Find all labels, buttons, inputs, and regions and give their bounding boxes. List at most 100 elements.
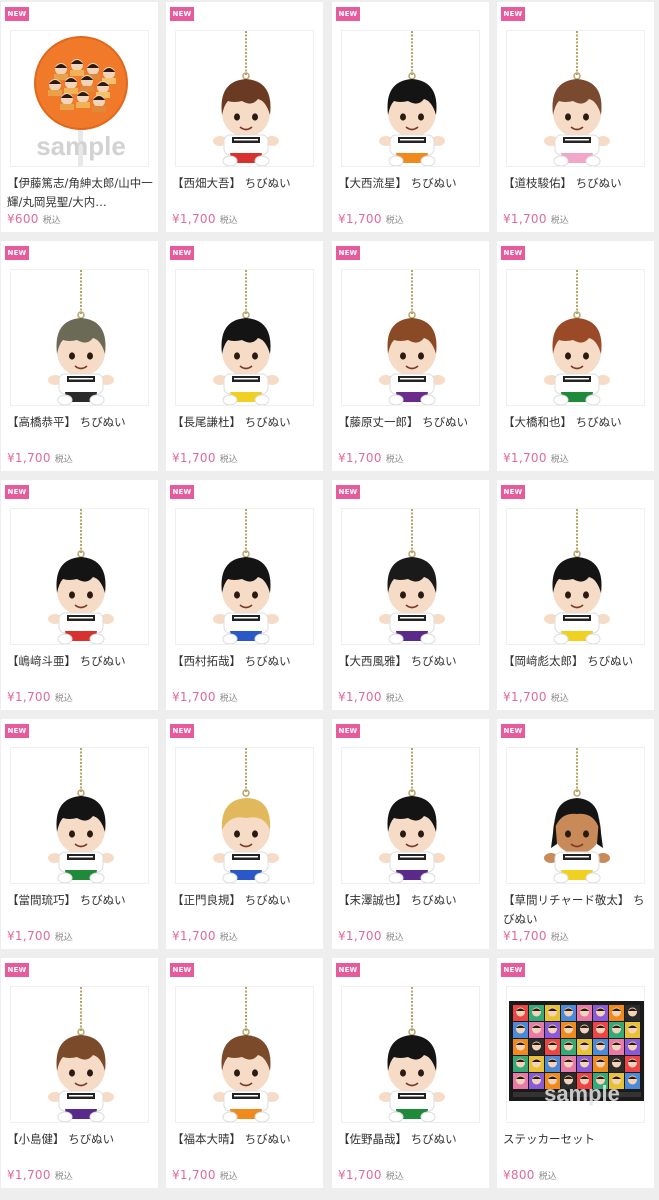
product-image[interactable] bbox=[10, 986, 149, 1123]
product-card[interactable]: NEW 【大西流星】 ちびぬい ¥1,700 税込 bbox=[332, 2, 489, 232]
product-card[interactable]: NEW 【當間琉巧】 ちびぬい ¥1,700 税込 bbox=[1, 719, 158, 949]
product-title[interactable]: ステッカーセット bbox=[503, 1130, 651, 1149]
product-image[interactable]: sample bbox=[506, 986, 645, 1123]
new-badge: NEW bbox=[501, 724, 525, 738]
new-badge: NEW bbox=[170, 963, 194, 977]
product-image[interactable] bbox=[175, 747, 314, 884]
product-card[interactable]: NEW 【藤原丈一郎】 ちびぬい ¥1,700 税込 bbox=[332, 241, 489, 471]
price-amount: ¥1,700 bbox=[338, 451, 382, 465]
product-title[interactable]: 【西畑大吾】 ちびぬい bbox=[172, 174, 320, 193]
product-title[interactable]: 【正門良規】 ちびぬい bbox=[172, 891, 320, 910]
product-image[interactable] bbox=[341, 269, 480, 406]
product-card[interactable]: NEW 【高橋恭平】 ちびぬい ¥1,700 税込 bbox=[1, 241, 158, 471]
sample-watermark: sample bbox=[544, 1081, 620, 1106]
product-card[interactable]: NEW 【岡﨑彪太郎】 ちびぬい ¥1,700 税込 bbox=[497, 480, 654, 710]
product-image[interactable] bbox=[506, 269, 645, 406]
product-price: ¥1,700 税込 bbox=[7, 690, 73, 704]
product-image[interactable] bbox=[175, 30, 314, 167]
product-image[interactable] bbox=[341, 30, 480, 167]
product-price: ¥1,700 税込 bbox=[172, 690, 238, 704]
product-title[interactable]: 【藤原丈一郎】 ちびぬい bbox=[338, 413, 486, 432]
new-badge: NEW bbox=[336, 246, 360, 260]
product-title[interactable]: 【高橋恭平】 ちびぬい bbox=[7, 413, 155, 432]
product-title[interactable]: 【西村拓哉】 ちびぬい bbox=[172, 652, 320, 671]
new-badge: NEW bbox=[336, 724, 360, 738]
product-card[interactable]: NEW 【末澤誠也】 ちびぬい ¥1,700 税込 bbox=[332, 719, 489, 949]
product-image[interactable] bbox=[175, 269, 314, 406]
new-badge: NEW bbox=[170, 7, 194, 21]
product-title[interactable]: 【道枝駿佑】 ちびぬい bbox=[503, 174, 651, 193]
new-badge: NEW bbox=[170, 246, 194, 260]
product-image[interactable] bbox=[175, 986, 314, 1123]
product-image[interactable] bbox=[341, 986, 480, 1123]
product-card[interactable]: NEW 【大西風雅】 ちびぬい ¥1,700 税込 bbox=[332, 480, 489, 710]
price-amount: ¥1,700 bbox=[338, 690, 382, 704]
product-title[interactable]: 【小島健】 ちびぬい bbox=[7, 1130, 155, 1149]
product-title[interactable]: 【末澤誠也】 ちびぬい bbox=[338, 891, 486, 910]
tax-label: 税込 bbox=[54, 933, 73, 943]
price-amount: ¥1,700 bbox=[338, 1168, 382, 1182]
price-amount: ¥1,700 bbox=[7, 929, 51, 943]
product-image[interactable] bbox=[506, 30, 645, 167]
product-image[interactable] bbox=[10, 508, 149, 645]
product-price: ¥1,700 税込 bbox=[338, 690, 404, 704]
price-amount: ¥1,700 bbox=[172, 1168, 216, 1182]
product-image[interactable] bbox=[341, 508, 480, 645]
product-image[interactable] bbox=[341, 747, 480, 884]
product-card[interactable]: NEW 【道枝駿佑】 ちびぬい ¥1,700 税込 bbox=[497, 2, 654, 232]
product-title[interactable]: 【大橋和也】 ちびぬい bbox=[503, 413, 651, 432]
product-image[interactable] bbox=[10, 747, 149, 884]
tax-label: 税込 bbox=[385, 1172, 404, 1182]
product-card[interactable]: NEW 【福本大晴】 ちびぬい ¥1,700 税込 bbox=[166, 958, 323, 1188]
product-title[interactable]: 【長尾謙杜】 ちびぬい bbox=[172, 413, 320, 432]
price-amount: ¥1,700 bbox=[503, 212, 547, 226]
price-amount: ¥1,700 bbox=[7, 1168, 51, 1182]
product-price: ¥800 税込 bbox=[503, 1168, 557, 1182]
product-title[interactable]: 【岡﨑彪太郎】 ちびぬい bbox=[503, 652, 651, 671]
product-image[interactable] bbox=[506, 747, 645, 884]
product-price: ¥1,700 税込 bbox=[503, 929, 569, 943]
product-price: ¥1,700 税込 bbox=[172, 451, 238, 465]
price-amount: ¥1,700 bbox=[7, 690, 51, 704]
price-amount: ¥1,700 bbox=[503, 690, 547, 704]
product-price: ¥1,700 税込 bbox=[338, 451, 404, 465]
product-price: ¥1,700 税込 bbox=[338, 929, 404, 943]
product-card[interactable]: NEW 【嶋﨑斗亜】 ちびぬい ¥1,700 税込 bbox=[1, 480, 158, 710]
tax-label: 税込 bbox=[385, 216, 404, 226]
product-card[interactable]: NEW 【佐野晶哉】 ちびぬい ¥1,700 税込 bbox=[332, 958, 489, 1188]
product-title[interactable]: 【嶋﨑斗亜】 ちびぬい bbox=[7, 652, 155, 671]
tax-label: 税込 bbox=[54, 694, 73, 704]
product-card[interactable]: NEW 【小島健】 ちびぬい ¥1,700 税込 bbox=[1, 958, 158, 1188]
product-title[interactable]: 【佐野晶哉】 ちびぬい bbox=[338, 1130, 486, 1149]
product-card[interactable]: NEW 【大橋和也】 ちびぬい ¥1,700 税込 bbox=[497, 241, 654, 471]
new-badge: NEW bbox=[5, 246, 29, 260]
product-title[interactable]: 【草間リチャード敬太】 ちびぬい bbox=[503, 891, 651, 929]
product-image[interactable] bbox=[175, 508, 314, 645]
price-amount: ¥1,700 bbox=[503, 929, 547, 943]
product-title[interactable]: 【福本大晴】 ちびぬい bbox=[172, 1130, 320, 1149]
new-badge: NEW bbox=[501, 246, 525, 260]
product-card[interactable]: NEW bbox=[1, 2, 158, 232]
new-badge: NEW bbox=[501, 7, 525, 21]
product-title[interactable]: 【伊藤篤志/角紳太郎/山中一輝/丸岡晃聖/大内… bbox=[7, 174, 155, 212]
product-card[interactable]: NEW 【西畑大吾】 ちびぬい ¥1,700 税込 bbox=[166, 2, 323, 232]
new-badge: NEW bbox=[336, 485, 360, 499]
product-card[interactable]: NEW bbox=[497, 958, 654, 1188]
new-badge: NEW bbox=[170, 485, 194, 499]
product-card[interactable]: NEW 【草間リチャード敬太】 ちびぬい ¥1,700 税込 bbox=[497, 719, 654, 949]
product-card[interactable]: NEW 【正門良規】 ちびぬい ¥1,700 税込 bbox=[166, 719, 323, 949]
product-image[interactable] bbox=[10, 269, 149, 406]
product-title[interactable]: 【當間琉巧】 ちびぬい bbox=[7, 891, 155, 910]
tax-label: 税込 bbox=[219, 455, 238, 465]
product-price: ¥1,700 税込 bbox=[338, 1168, 404, 1182]
new-badge: NEW bbox=[336, 7, 360, 21]
price-amount: ¥1,700 bbox=[172, 929, 216, 943]
product-title[interactable]: 【大西風雅】 ちびぬい bbox=[338, 652, 486, 671]
product-card[interactable]: NEW 【長尾謙杜】 ちびぬい ¥1,700 税込 bbox=[166, 241, 323, 471]
product-title[interactable]: 【大西流星】 ちびぬい bbox=[338, 174, 486, 193]
product-card[interactable]: NEW 【西村拓哉】 ちびぬい ¥1,700 税込 bbox=[166, 480, 323, 710]
product-image[interactable]: sample bbox=[10, 30, 149, 167]
tax-label: 税込 bbox=[219, 1172, 238, 1182]
price-amount: ¥1,700 bbox=[338, 212, 382, 226]
product-image[interactable] bbox=[506, 508, 645, 645]
